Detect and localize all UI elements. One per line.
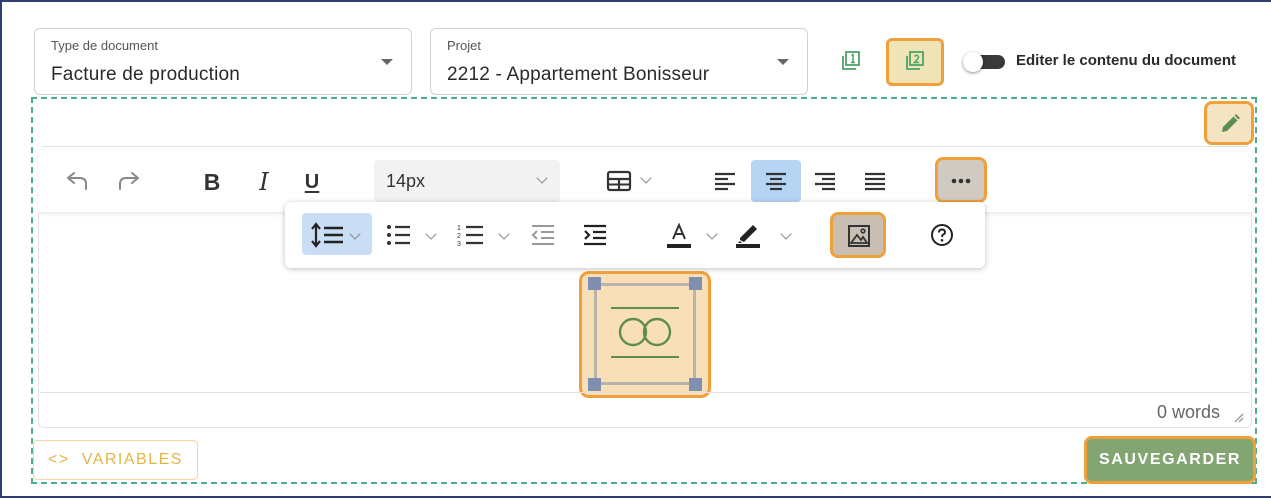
document-type-select[interactable]: Type de document Facture de production bbox=[34, 28, 412, 95]
undo-icon[interactable] bbox=[64, 170, 90, 192]
document-type-value: Facture de production bbox=[51, 64, 241, 85]
page-1-icon[interactable] bbox=[840, 50, 862, 72]
variables-label: VARIABLES bbox=[81, 451, 183, 468]
ellipsis-icon bbox=[951, 178, 971, 184]
svg-text:3: 3 bbox=[457, 241, 461, 248]
edit-button[interactable] bbox=[1204, 101, 1254, 145]
font-size-select[interactable]: 14px bbox=[374, 160, 560, 202]
page-2-icon bbox=[906, 51, 924, 70]
resize-handle-bottom-right[interactable] bbox=[689, 378, 702, 391]
italic-button[interactable]: I bbox=[252, 168, 276, 196]
svg-text:2: 2 bbox=[457, 233, 461, 240]
table-icon[interactable] bbox=[606, 170, 632, 192]
bold-button[interactable]: B bbox=[200, 168, 224, 196]
help-icon[interactable] bbox=[930, 223, 954, 247]
word-count: 0 words bbox=[1156, 402, 1220, 422]
chevron-down-icon bbox=[536, 172, 548, 184]
caret-down-icon bbox=[381, 59, 393, 65]
project-label: Projet bbox=[447, 38, 481, 53]
align-left-icon[interactable] bbox=[713, 170, 737, 192]
document-type-label: Type de document bbox=[51, 38, 158, 53]
logo-image bbox=[611, 307, 679, 358]
outdent-icon[interactable] bbox=[530, 223, 556, 247]
align-right-icon[interactable] bbox=[813, 170, 837, 192]
resize-handle-top-right[interactable] bbox=[689, 277, 702, 290]
align-center-icon[interactable] bbox=[764, 170, 788, 192]
indent-icon[interactable] bbox=[582, 223, 608, 247]
numbered-list-icon[interactable]: 1 2 3 bbox=[457, 222, 485, 248]
align-justify-icon[interactable] bbox=[863, 170, 887, 192]
resize-handle-top-left[interactable] bbox=[588, 277, 601, 290]
resize-handle-bottom-left[interactable] bbox=[588, 378, 601, 391]
edit-content-label: Editer le contenu du document bbox=[1016, 52, 1237, 69]
code-brackets-icon: <> bbox=[48, 451, 70, 468]
font-size-value: 14px bbox=[386, 171, 426, 191]
save-label: SAUVEGARDER bbox=[1098, 451, 1242, 468]
embedded-image[interactable] bbox=[594, 283, 696, 385]
resize-grip-icon[interactable] bbox=[1232, 411, 1244, 423]
image-icon bbox=[848, 225, 870, 247]
redo-icon[interactable] bbox=[116, 170, 142, 192]
toggle-knob bbox=[963, 52, 983, 72]
more-options-button[interactable] bbox=[935, 157, 987, 203]
svg-text:1: 1 bbox=[457, 225, 461, 232]
underline-button[interactable]: U bbox=[300, 168, 324, 196]
bullet-list-icon[interactable] bbox=[386, 223, 412, 247]
variables-button[interactable]: <> VARIABLES bbox=[33, 440, 198, 480]
text-color-icon[interactable] bbox=[665, 222, 693, 250]
line-height-icon[interactable] bbox=[310, 222, 346, 248]
pencil-icon bbox=[1222, 114, 1240, 132]
save-button[interactable]: SAUVEGARDER bbox=[1084, 436, 1256, 484]
caret-down-icon bbox=[777, 59, 789, 65]
insert-image-button[interactable] bbox=[830, 212, 886, 258]
editor-status-bar: 0 words bbox=[40, 392, 1250, 428]
edit-content-toggle[interactable] bbox=[963, 52, 1007, 72]
highlight-color-icon[interactable] bbox=[734, 222, 762, 250]
project-select[interactable]: Projet 2212 - Appartement Bonisseur bbox=[430, 28, 808, 95]
project-value: 2212 - Appartement Bonisseur bbox=[447, 64, 710, 85]
